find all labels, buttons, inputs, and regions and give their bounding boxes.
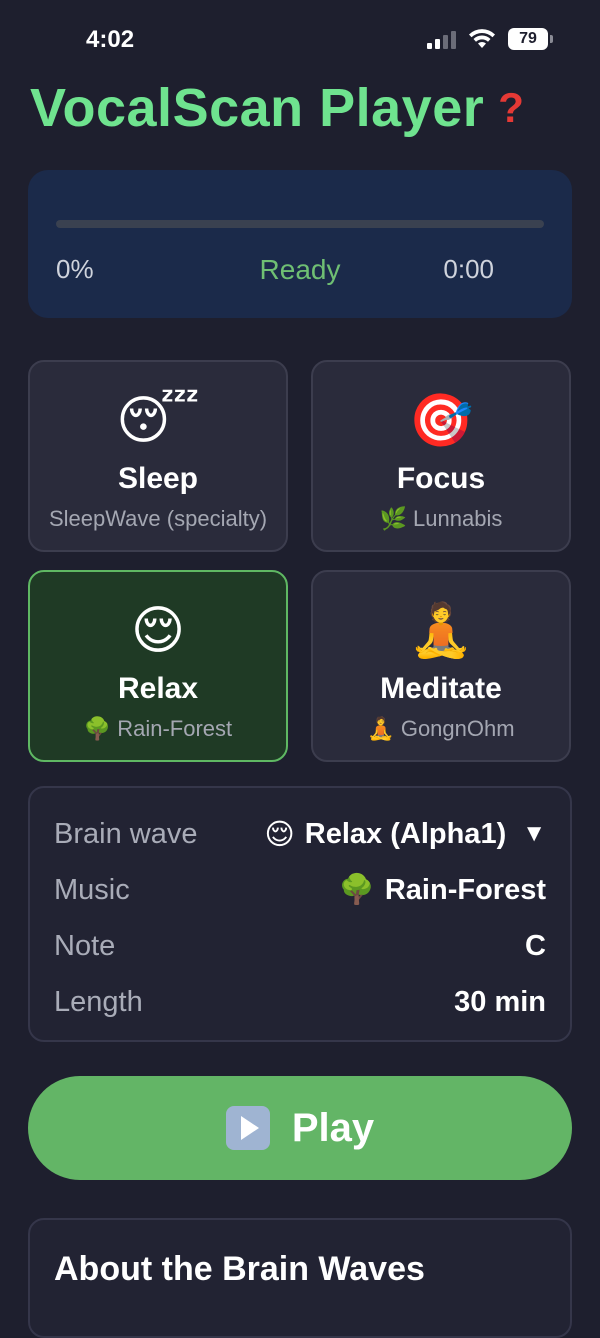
music-label: Music (54, 873, 130, 906)
brain-wave-value: Relax (Alpha1) (304, 817, 507, 850)
play-button[interactable]: Play (28, 1076, 572, 1180)
length-value: 30 min (454, 985, 546, 1018)
status-bar: 4:02 79 (0, 0, 600, 80)
app-title: VocalScan Player (30, 78, 485, 138)
mode-subtitle-text: GongnOhm (400, 716, 515, 741)
brain-wave-select[interactable]: 😌 Relax (Alpha1) ▼ (265, 817, 546, 852)
note-row: Note C (54, 926, 546, 966)
progress-panel: 0% Ready 0:00 (28, 170, 572, 318)
tree-icon: 🌳 (338, 874, 375, 906)
progress-bar[interactable] (56, 220, 544, 228)
cellular-signal-icon (427, 29, 456, 49)
brain-wave-row: Brain wave 😌 Relax (Alpha1) ▼ (54, 814, 546, 854)
app-header: VocalScan Player ? (30, 76, 524, 140)
sleeping-face-icon: 😴 (116, 392, 200, 450)
meditating-person-icon: 🧘 (408, 602, 474, 660)
play-icon (225, 1106, 270, 1150)
mode-card-focus[interactable]: 🎯 Focus 🌿 Lunnabis (311, 360, 571, 552)
mode-title: Focus (396, 462, 486, 495)
relieved-face-icon: 😌 (130, 602, 186, 660)
mode-subtitle-text: Rain-Forest (117, 716, 233, 741)
length-row: Length 30 min (54, 982, 546, 1022)
relieved-face-icon: 😌 (264, 818, 295, 851)
herb-icon: 🌿 (379, 506, 408, 531)
brain-wave-label: Brain wave (54, 817, 198, 850)
play-label: Play (291, 1105, 375, 1150)
note-value: C (525, 929, 546, 962)
battery-level: 79 (519, 30, 537, 47)
mode-card-sleep[interactable]: 😴 Sleep SleepWave (specialty) (28, 360, 288, 552)
status-time: 4:02 (86, 26, 135, 53)
chevron-down-icon: ▼ (522, 820, 546, 847)
status-indicators: 79 (427, 26, 553, 52)
mode-subtitle-text: SleepWave (specialty) (48, 506, 268, 531)
mode-card-relax[interactable]: 😌 Relax 🌳 Rain-Forest (28, 570, 288, 762)
meditating-person-icon: 🧘 (367, 716, 395, 741)
mode-card-meditate[interactable]: 🧘 Meditate 🧘 GongnOhm (311, 570, 571, 762)
progress-elapsed-time: 0:00 (443, 254, 494, 284)
music-value: Rain-Forest (384, 873, 546, 906)
tree-icon: 🌳 (83, 716, 112, 741)
mode-title: Sleep (117, 462, 199, 495)
note-label: Note (54, 929, 116, 962)
music-row: Music 🌳 Rain-Forest (54, 870, 546, 910)
mode-subtitle: 🌿 Lunnabis (313, 506, 569, 532)
question-mark-icon[interactable]: ? (498, 87, 524, 129)
about-title: About the Brain Waves (54, 1250, 425, 1288)
target-icon: 🎯 (408, 392, 474, 450)
mode-title: Meditate (380, 672, 502, 705)
mode-subtitle-text: Lunnabis (413, 506, 503, 531)
settings-panel: Brain wave 😌 Relax (Alpha1) ▼ Music 🌳 Ra… (28, 786, 572, 1042)
mode-subtitle: 🌳 Rain-Forest (30, 716, 286, 742)
music-value-group: 🌳 Rain-Forest (339, 873, 546, 907)
mode-title: Relax (117, 672, 199, 705)
mode-subtitle: 🧘 GongnOhm (313, 716, 569, 742)
mode-subtitle: SleepWave (specialty) (30, 506, 286, 532)
battery-icon: 79 (508, 28, 553, 50)
wifi-icon (469, 29, 495, 48)
about-panel: About the Brain Waves (28, 1218, 572, 1338)
length-label: Length (54, 985, 143, 1018)
